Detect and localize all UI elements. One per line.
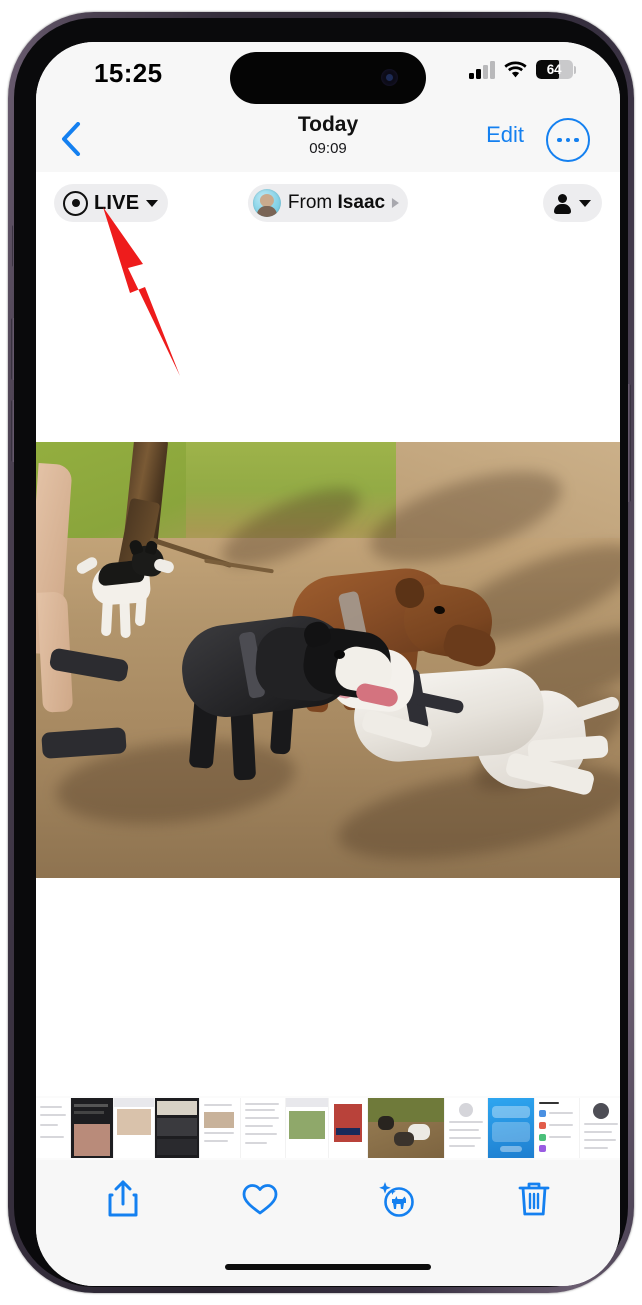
photo-viewer[interactable] bbox=[36, 236, 620, 1096]
photo-image[interactable] bbox=[36, 442, 620, 878]
visual-lookup-dog-icon bbox=[378, 1182, 414, 1217]
bottom-toolbar bbox=[36, 1160, 620, 1286]
page-title: Today bbox=[297, 113, 359, 136]
trash-icon bbox=[518, 1182, 549, 1216]
wifi-icon bbox=[503, 61, 527, 78]
list-item[interactable] bbox=[241, 1098, 286, 1158]
status-bar-indicators: 64 bbox=[469, 60, 576, 79]
phone-screen: 15:25 64 Today 09:09 Edit LIVE From Isaa… bbox=[36, 42, 620, 1286]
list-item[interactable] bbox=[488, 1098, 535, 1158]
favorite-button[interactable] bbox=[232, 1171, 288, 1227]
chevron-right-icon bbox=[392, 198, 400, 208]
chevron-down-icon bbox=[146, 199, 159, 207]
live-photo-label: LIVE bbox=[94, 191, 140, 214]
battery-icon: 64 bbox=[535, 60, 573, 79]
list-item[interactable] bbox=[329, 1098, 368, 1158]
from-contact-chip[interactable]: From Isaac bbox=[247, 184, 409, 222]
list-item[interactable] bbox=[36, 1098, 71, 1158]
list-item[interactable] bbox=[200, 1098, 241, 1158]
battery-indicator: 64 bbox=[535, 60, 576, 79]
live-photo-icon bbox=[63, 190, 88, 216]
from-label: From Isaac bbox=[287, 192, 386, 213]
list-item[interactable] bbox=[286, 1098, 329, 1158]
delete-button[interactable] bbox=[506, 1171, 562, 1227]
avatar bbox=[252, 189, 281, 217]
people-filter-chip[interactable] bbox=[543, 184, 602, 222]
list-item[interactable] bbox=[580, 1098, 620, 1158]
list-item[interactable] bbox=[535, 1098, 580, 1158]
front-camera-icon bbox=[381, 69, 398, 86]
page-subtitle: 09:09 bbox=[309, 140, 347, 157]
battery-cap bbox=[573, 65, 576, 74]
live-photo-badge[interactable]: LIVE bbox=[54, 184, 169, 222]
battery-percent-label: 64 bbox=[546, 62, 562, 77]
screenshot-stage: 15:25 64 Today 09:09 Edit LIVE From Isaa… bbox=[0, 0, 642, 1305]
dynamic-island[interactable] bbox=[230, 52, 426, 104]
list-item[interactable] bbox=[114, 1098, 155, 1158]
share-icon bbox=[108, 1180, 137, 1217]
list-item[interactable] bbox=[71, 1098, 114, 1158]
list-item[interactable] bbox=[155, 1098, 200, 1158]
list-item[interactable] bbox=[445, 1098, 488, 1158]
nav-title-group: Today 09:09 bbox=[36, 112, 620, 159]
heart-icon bbox=[242, 1184, 277, 1215]
phone-frame: 15:25 64 Today 09:09 Edit LIVE From Isaa… bbox=[8, 12, 634, 1293]
chevron-down-icon bbox=[579, 199, 591, 207]
share-button[interactable] bbox=[95, 1171, 151, 1227]
navigation-bar: Today 09:09 Edit bbox=[36, 106, 620, 172]
list-item[interactable] bbox=[368, 1098, 445, 1158]
photo-chips-row: LIVE From Isaac bbox=[36, 172, 620, 236]
visual-lookup-button[interactable] bbox=[369, 1171, 425, 1227]
cellular-signal-icon bbox=[469, 60, 495, 79]
home-indicator[interactable] bbox=[225, 1264, 431, 1270]
person-icon bbox=[554, 193, 571, 214]
more-options-button[interactable] bbox=[546, 118, 590, 162]
edit-button[interactable]: Edit bbox=[486, 122, 524, 148]
status-bar-time: 15:25 bbox=[94, 58, 163, 88]
status-bar: 15:25 64 bbox=[36, 42, 620, 106]
thumbnail-strip[interactable] bbox=[36, 1096, 620, 1160]
